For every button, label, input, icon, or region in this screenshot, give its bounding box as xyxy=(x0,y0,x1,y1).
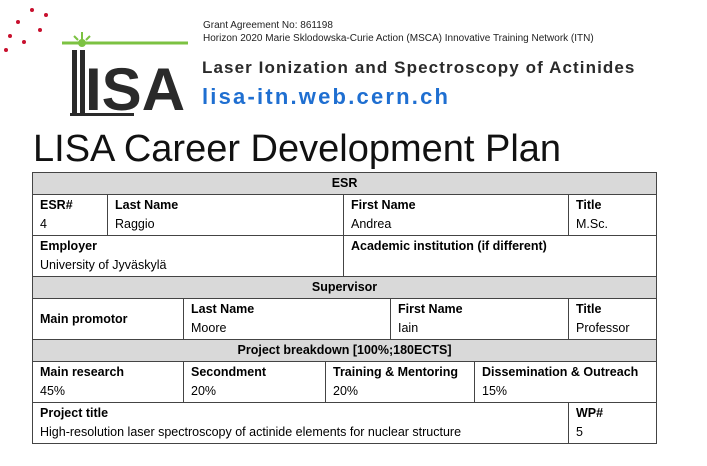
field-label: Main research xyxy=(40,365,125,379)
field-label: Dissemination & Outreach xyxy=(482,365,639,379)
main-research-cell: Main research 45% xyxy=(32,361,184,403)
field-label: WP# xyxy=(576,406,604,420)
field-label: Title xyxy=(576,198,602,212)
field-value: Iain xyxy=(398,321,419,335)
first-name-cell: First Name Andrea xyxy=(343,194,569,236)
field-value: High-resolution laser spectroscopy of ac… xyxy=(40,425,462,439)
breakdown-row: Main research 45% Secondment 20% Trainin… xyxy=(32,361,658,403)
decorative-dot xyxy=(22,40,26,44)
decorative-dot xyxy=(4,48,8,52)
training-mentoring-cell: Training & Mentoring 20% xyxy=(325,361,475,403)
field-value: Moore xyxy=(191,321,227,335)
decorative-dot xyxy=(16,20,20,24)
employer-row: Employer University of Jyväskylä Academi… xyxy=(32,235,658,277)
supervisor-title-cell: Title Professor xyxy=(567,298,658,340)
field-value: 5 xyxy=(576,425,583,439)
main-promotor-label: Main promotor xyxy=(32,298,184,340)
section-header-project-breakdown: Project breakdown [100%;180ECTS] xyxy=(31,339,658,362)
website-link[interactable]: lisa-itn.web.cern.ch xyxy=(202,84,450,110)
field-value: Andrea xyxy=(351,217,392,231)
field-label: Secondment xyxy=(191,365,267,379)
employer-cell: Employer University of Jyväskylä xyxy=(32,235,344,277)
field-value: 45% xyxy=(40,384,66,398)
field-value: 15% xyxy=(482,384,508,398)
field-value: 4 xyxy=(40,217,47,231)
lisa-logo: ISA xyxy=(62,32,188,120)
field-label: Project title xyxy=(40,406,109,420)
grant-info: Grant Agreement No: 861198 Horizon 2020 … xyxy=(203,19,594,45)
supervisor-row: Main promotor Last Name Moore First Name… xyxy=(32,298,658,340)
supervisor-first-name-cell: First Name Iain xyxy=(390,298,569,340)
field-label: Last Name xyxy=(115,198,179,212)
laser-dot-icon xyxy=(78,39,86,47)
field-label: Academic institution (if different) xyxy=(351,239,547,253)
title-cell: Title M.Sc. xyxy=(567,194,658,236)
decorative-dot xyxy=(8,34,12,38)
secondment-cell: Secondment 20% xyxy=(183,361,326,403)
field-value: 20% xyxy=(191,384,217,398)
field-label: First Name xyxy=(398,302,463,316)
last-name-cell: Last Name Raggio xyxy=(107,194,344,236)
field-value xyxy=(351,256,649,275)
esr-row: ESR# 4 Last Name Raggio First Name Andre… xyxy=(32,194,658,236)
field-label: Last Name xyxy=(191,302,255,316)
decorative-dot xyxy=(38,28,42,32)
field-label: Title xyxy=(576,302,602,316)
field-label: First Name xyxy=(351,198,416,212)
section-header-supervisor: Supervisor xyxy=(31,276,658,299)
field-value: 20% xyxy=(333,384,359,398)
field-label: Training & Mentoring xyxy=(333,365,458,379)
field-value: Professor xyxy=(576,321,630,335)
academic-institution-cell: Academic institution (if different) xyxy=(342,235,658,277)
logo-wordmark: ISA xyxy=(85,56,185,120)
grant-number: Grant Agreement No: 861198 xyxy=(203,20,333,31)
decorative-dot xyxy=(44,13,48,17)
field-label: Employer xyxy=(40,239,97,253)
section-header-esr: ESR xyxy=(31,172,658,195)
field-value: University of Jyväskylä xyxy=(40,258,167,272)
org-name: Laser Ionization and Spectroscopy of Act… xyxy=(202,58,636,77)
career-plan-table: ESR ESR# 4 Last Name Raggio First Name A… xyxy=(31,172,658,444)
field-value: M.Sc. xyxy=(576,217,608,231)
program-line: Horizon 2020 Marie Sklodowska-Curie Acti… xyxy=(203,33,594,44)
page-title: LISA Career Development Plan xyxy=(33,128,562,170)
dissemination-outreach-cell: Dissemination & Outreach 15% xyxy=(473,361,658,403)
project-title-cell: Project title High-resolution laser spec… xyxy=(32,402,569,444)
field-label: ESR# xyxy=(40,198,73,212)
decorative-dot xyxy=(30,8,34,12)
field-value: Raggio xyxy=(115,217,155,231)
esr-number-cell: ESR# 4 xyxy=(32,194,108,236)
wp-cell: WP# 5 xyxy=(567,402,658,444)
supervisor-last-name-cell: Last Name Moore xyxy=(183,298,391,340)
project-title-row: Project title High-resolution laser spec… xyxy=(32,402,658,444)
